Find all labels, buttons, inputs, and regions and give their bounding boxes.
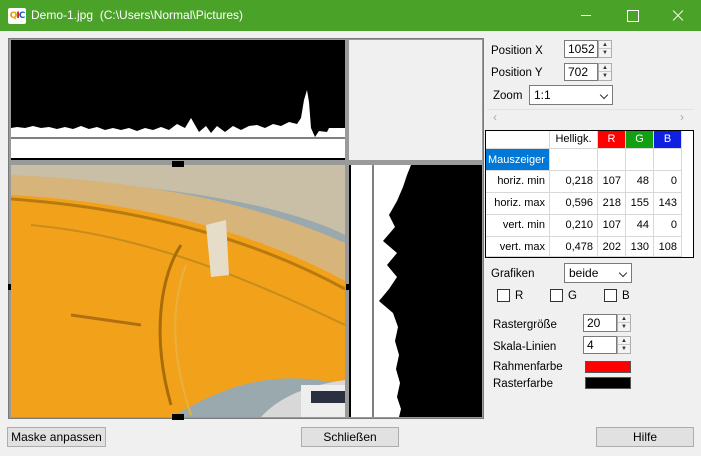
maximize-button[interactable] (609, 0, 655, 31)
row-header[interactable]: horiz. max (486, 193, 550, 215)
splitter-handle-left[interactable] (8, 284, 11, 290)
image-preview[interactable] (11, 165, 345, 417)
app-icon[interactable]: QIC (8, 8, 26, 24)
row-header[interactable]: horiz. min (486, 171, 550, 193)
horizontal-histogram (11, 40, 345, 160)
horizontal-histogram-graph (11, 40, 345, 160)
position-y-spinner[interactable]: ▲ ▼ (598, 63, 612, 81)
checkbox-b-label[interactable]: B (622, 289, 630, 303)
frame-color-label: Rahmenfarbe (493, 361, 563, 373)
column-header-r[interactable]: R (598, 131, 626, 149)
table-cell[interactable]: 108 (654, 237, 682, 257)
zoom-select-value: 1:1 (534, 88, 551, 102)
table-cell[interactable]: 0,596 (550, 193, 598, 215)
mask-adjust-button[interactable]: Maske anpassen (7, 427, 106, 447)
horizontal-scrollbar[interactable]: ‹ › (487, 109, 694, 124)
table-cell[interactable]: 107 (598, 215, 626, 237)
close-window-button[interactable] (655, 0, 701, 31)
table-cell[interactable]: 155 (626, 193, 654, 215)
corner-panel (349, 40, 482, 160)
title-bar: QIC Demo-1.jpg (C:\Users\Normal\Pictures… (0, 0, 701, 31)
splitter-handle-top[interactable] (178, 161, 184, 167)
table-cell[interactable]: 0 (654, 171, 682, 193)
table-cell[interactable]: 218 (598, 193, 626, 215)
table-cell[interactable]: 143 (654, 193, 682, 215)
table-cell[interactable]: 44 (626, 215, 654, 237)
zoom-select[interactable]: 1:1 (529, 85, 613, 105)
position-x-field[interactable]: 1052 (564, 40, 598, 58)
scroll-right-icon[interactable]: › (680, 111, 684, 124)
table-cell[interactable]: 130 (626, 237, 654, 257)
frame-color-swatch[interactable] (585, 361, 631, 373)
position-y-field[interactable]: 702 (564, 63, 598, 81)
checkbox-r-label[interactable]: R (515, 289, 523, 303)
raster-size-label: Rastergröße (493, 319, 557, 331)
close-button[interactable]: Schließen (301, 427, 399, 447)
grafiken-select[interactable]: beide (564, 263, 632, 283)
column-header-b[interactable]: B (654, 131, 682, 149)
table-cell[interactable] (598, 149, 626, 171)
vertical-histogram-graph (349, 165, 482, 417)
scale-lines-spinner[interactable]: ▲ ▼ (617, 336, 631, 354)
raster-color-label: Rasterfarbe (493, 378, 554, 390)
stats-grid[interactable]: Helligk. R G B Mauszeiger horiz. min 0,2… (485, 130, 694, 258)
grafiken-select-value: beide (569, 266, 599, 280)
minimize-button[interactable] (563, 0, 609, 31)
checkbox-g-label[interactable]: G (568, 289, 577, 303)
table-cell[interactable] (626, 149, 654, 171)
table-cell[interactable]: 48 (626, 171, 654, 193)
table-cell[interactable]: 0,218 (550, 171, 598, 193)
zoom-label: Zoom (493, 90, 523, 102)
position-y-label: Position Y (491, 67, 543, 79)
photo-image (11, 165, 345, 417)
raster-size-field[interactable]: 20 (583, 314, 617, 332)
table-cell[interactable]: 107 (598, 171, 626, 193)
window-title: Demo-1.jpg (C:\Users\Normal\Pictures) (31, 8, 244, 22)
splitter-handle-bottom[interactable] (178, 414, 184, 420)
table-cell[interactable]: 202 (598, 237, 626, 257)
help-button[interactable]: Hilfe (596, 427, 694, 447)
position-x-spinner[interactable]: ▲ ▼ (598, 40, 612, 58)
chevron-down-icon (618, 268, 628, 278)
table-cell[interactable]: 0 (654, 215, 682, 237)
position-x-label: Position X (491, 45, 543, 57)
vertical-histogram (349, 165, 482, 417)
checkbox-g[interactable] (550, 289, 563, 302)
checkbox-r[interactable] (497, 289, 510, 302)
scroll-left-icon[interactable]: ‹ (493, 111, 497, 124)
table-cell[interactable]: 0,210 (550, 215, 598, 237)
splitter-handle-right[interactable] (346, 284, 349, 290)
row-header-mouse[interactable]: Mauszeiger (486, 149, 550, 171)
chevron-down-icon (599, 90, 609, 100)
row-header[interactable]: vert. min (486, 215, 550, 237)
table-cell[interactable]: 0,478 (550, 237, 598, 257)
checkbox-b[interactable] (604, 289, 617, 302)
scale-lines-label: Skala-Linien (493, 341, 557, 353)
column-header-brightness[interactable]: Helligk. (550, 131, 598, 149)
table-cell[interactable] (654, 149, 682, 171)
grid-corner (486, 131, 550, 149)
grafiken-label: Grafiken (491, 268, 535, 280)
scale-lines-field[interactable]: 4 (583, 336, 617, 354)
raster-size-spinner[interactable]: ▲ ▼ (617, 314, 631, 332)
column-header-g[interactable]: G (626, 131, 654, 149)
raster-color-swatch[interactable] (585, 377, 631, 389)
row-header[interactable]: vert. max (486, 237, 550, 257)
table-cell[interactable] (550, 149, 598, 171)
